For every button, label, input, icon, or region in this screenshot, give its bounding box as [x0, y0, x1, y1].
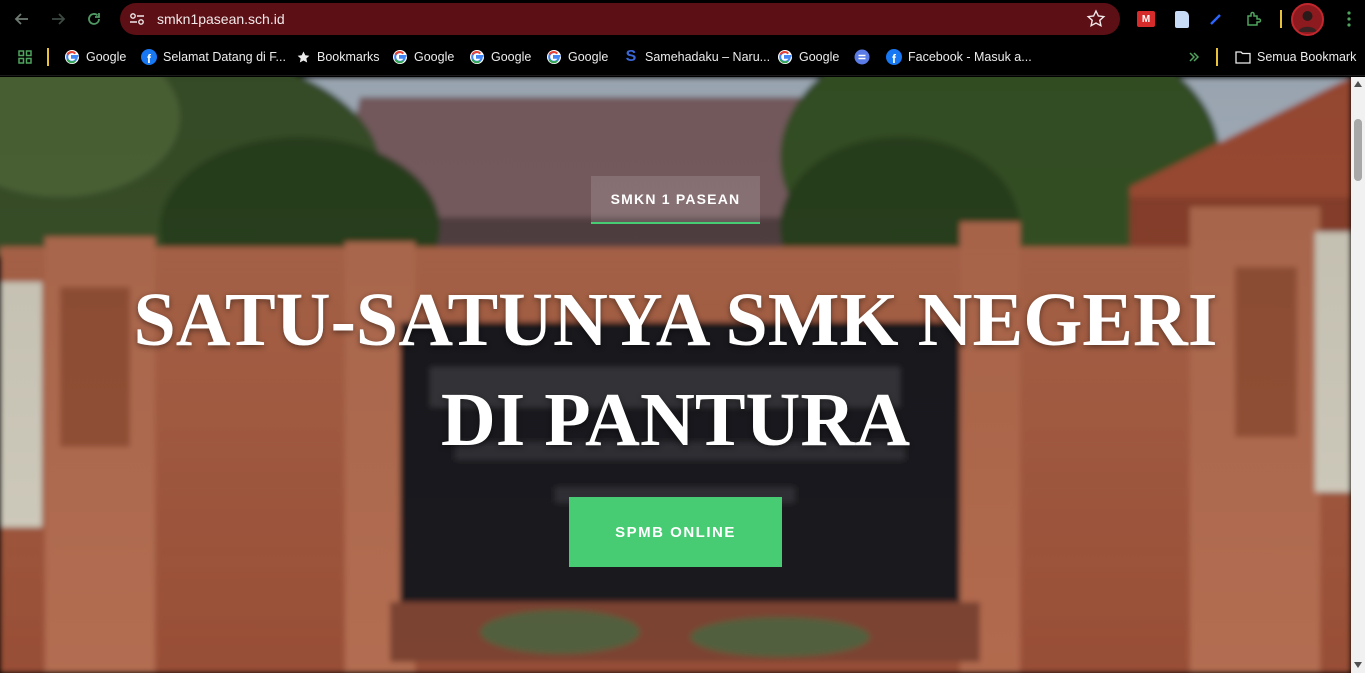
google-icon	[777, 49, 793, 65]
bookmark-item-samehadaku[interactable]: S Samehadaku – Naru...	[623, 47, 770, 67]
extensions-puzzle-icon[interactable]	[1244, 9, 1264, 29]
bookmark-item-bookmarks[interactable]: Bookmarks	[295, 47, 380, 67]
bookmark-divider	[47, 48, 49, 66]
hero-headline: SATU-SATUNYA SMK NEGERI DI PANTURA	[60, 270, 1291, 470]
url-text[interactable]: smkn1pasean.sch.id	[157, 11, 285, 27]
google-icon	[546, 49, 562, 65]
extension-red-icon[interactable]: M	[1136, 9, 1156, 29]
scroll-up-icon[interactable]	[1354, 81, 1362, 87]
extension-docs-icon[interactable]	[1172, 9, 1192, 29]
bookmark-label: Google	[86, 50, 127, 64]
apps-button[interactable]	[17, 47, 33, 67]
google-icon	[64, 49, 80, 65]
folder-icon	[1235, 49, 1251, 65]
page-scrollbar[interactable]	[1351, 77, 1365, 673]
more-bookmarks-button[interactable]	[1187, 47, 1201, 67]
chevron-double-right-icon	[1189, 52, 1200, 62]
extension-pen-icon[interactable]	[1206, 9, 1226, 29]
forward-button[interactable]	[47, 8, 69, 30]
more-options-icon[interactable]	[1340, 9, 1358, 29]
bookmark-item-google-2[interactable]: Google	[392, 47, 454, 67]
bookmark-divider	[1216, 48, 1218, 66]
scroll-down-icon[interactable]	[1354, 662, 1362, 668]
bookmark-label: Samehadaku – Naru...	[645, 50, 771, 64]
bookmark-item-google-4[interactable]: Google	[546, 47, 608, 67]
bookmark-item-facebook-1[interactable]: f Selamat Datang di F...	[141, 47, 286, 67]
bookmark-item-extension[interactable]	[854, 47, 870, 67]
bookmark-label: Google	[568, 50, 609, 64]
bookmark-item-google-3[interactable]: Google	[469, 47, 531, 67]
google-icon	[392, 49, 408, 65]
facebook-icon: f	[141, 49, 157, 65]
reload-button[interactable]	[83, 8, 105, 30]
bookmark-label: Google	[799, 50, 840, 64]
hero-section: SMKN 1 PASEAN SATU-SATUNYA SMK NEGERI DI…	[0, 77, 1351, 673]
headline-line-2: DI PANTURA	[440, 378, 911, 462]
bookmark-item-google-5[interactable]: Google	[777, 47, 839, 67]
site-info-icon[interactable]	[128, 10, 146, 28]
reload-icon	[88, 13, 100, 25]
google-icon	[469, 49, 485, 65]
headline-line-1: SATU-SATUNYA SMK NEGERI	[133, 278, 1218, 362]
address-bar[interactable]: smkn1pasean.sch.id	[120, 3, 1120, 35]
samehadaku-icon: S	[625, 48, 637, 65]
bookmark-label: Google	[491, 50, 532, 64]
facebook-icon: f	[886, 49, 902, 65]
browser-toolbar: smkn1pasean.sch.id M	[0, 0, 1365, 38]
scrollbar-thumb[interactable]	[1354, 119, 1362, 181]
profile-avatar[interactable]	[1291, 3, 1324, 36]
arrow-left-icon	[14, 13, 28, 25]
bookmark-label: Facebook - Masuk a...	[908, 50, 1032, 64]
bookmark-label: Google	[414, 50, 455, 64]
apps-grid-icon	[18, 50, 32, 64]
school-name-tag: SMKN 1 PASEAN	[591, 176, 760, 224]
arrow-right-icon	[52, 13, 66, 25]
all-bookmarks-label: Semua Bookmark	[1257, 50, 1357, 64]
bookmark-item-facebook-2[interactable]: f Facebook - Masuk a...	[886, 47, 1032, 67]
bookmark-label: Bookmarks	[317, 50, 380, 64]
extension-bookmark-icon	[854, 49, 870, 65]
bookmark-label: Selamat Datang di F...	[163, 50, 286, 64]
bookmark-item-google-1[interactable]: Google	[64, 47, 126, 67]
toolbar-divider	[1280, 10, 1282, 28]
bookmarks-bar: Google f Selamat Datang di F... Bookmark…	[0, 38, 1365, 76]
all-bookmarks-button[interactable]: Semua Bookmark	[1235, 47, 1356, 67]
spmb-online-button[interactable]: SPMB ONLINE	[569, 497, 782, 567]
bookmark-star-icon[interactable]	[1086, 9, 1106, 29]
star-icon	[295, 49, 311, 65]
back-button[interactable]	[11, 8, 33, 30]
